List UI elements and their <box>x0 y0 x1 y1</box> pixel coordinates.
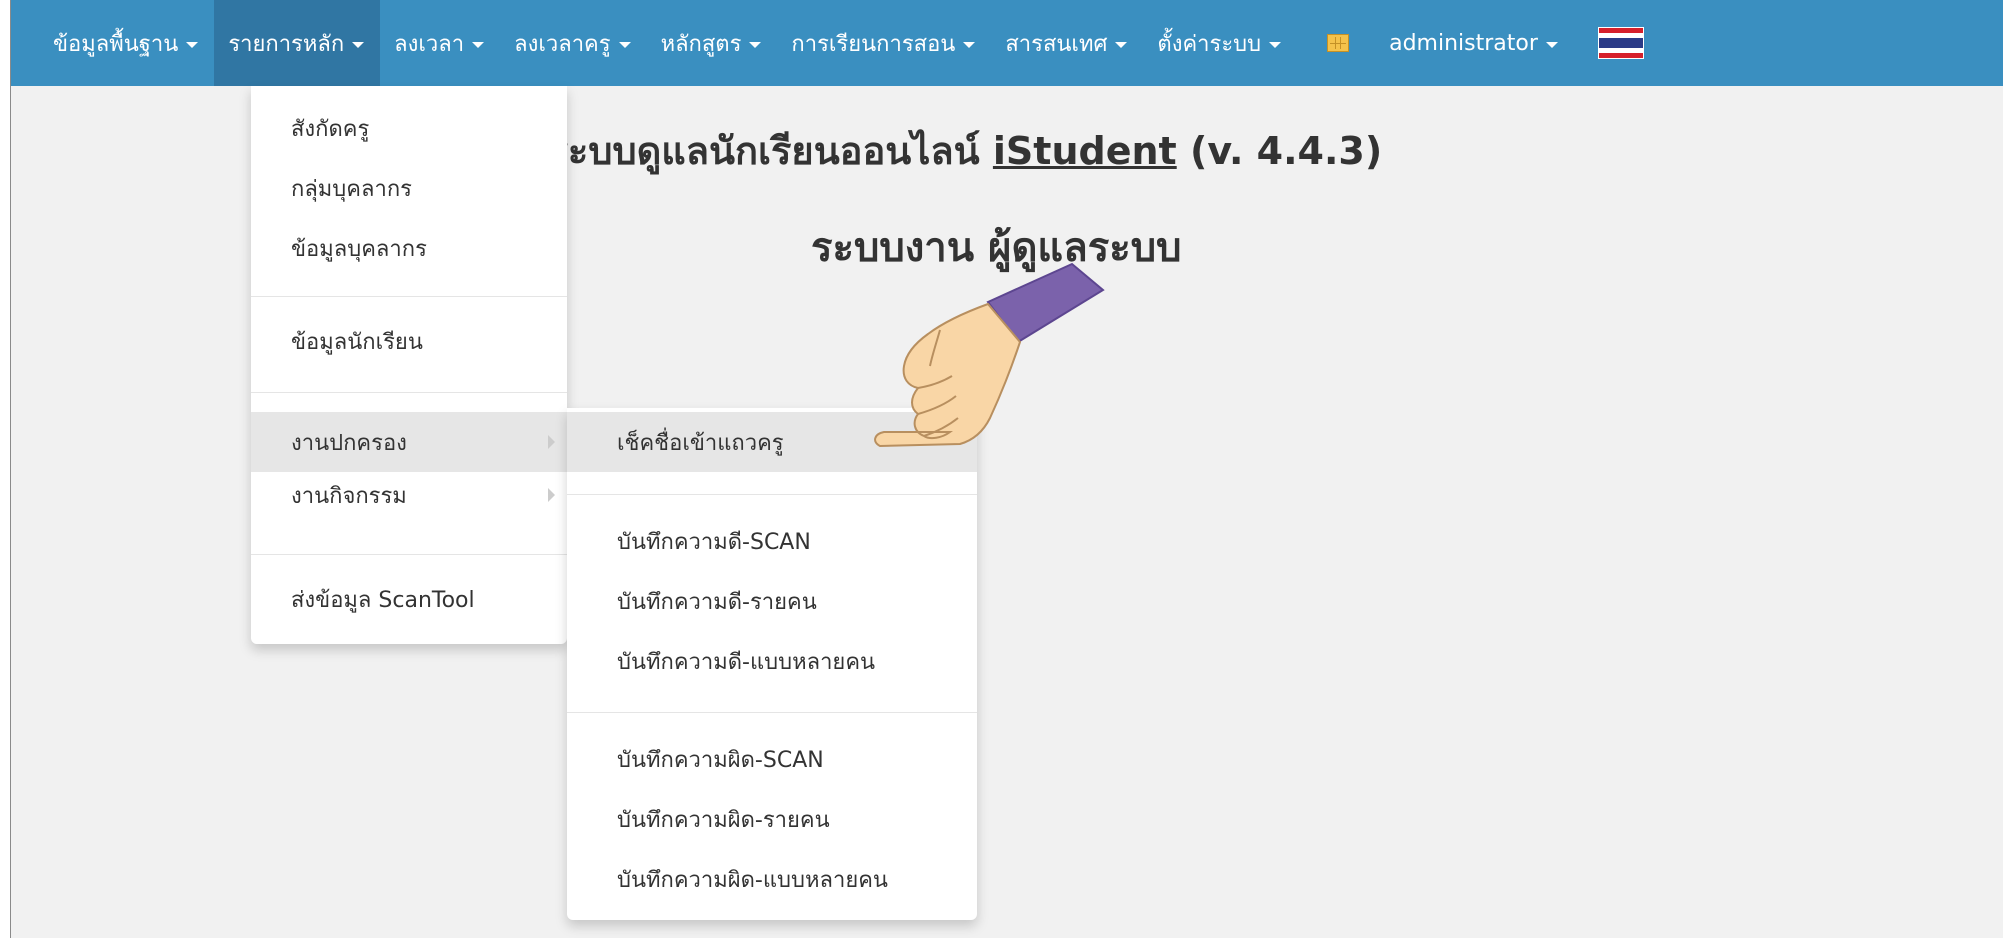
menu-item-label: ข้อมูลบุคลากร <box>291 236 427 262</box>
nav-settings-label: ตั้งค่าระบบ <box>1157 31 1262 57</box>
menu-item-label: ส่งข้อมูล ScanTool <box>291 587 475 613</box>
submenu-divider <box>567 494 977 495</box>
submenu-item-bad-individual[interactable]: บันทึกความผิด-รายคน <box>567 796 977 842</box>
main-list-dropdown: สังกัดครู กลุ่มบุคลากร ข้อมูลบุคลากร ข้อ… <box>251 86 567 644</box>
nav-teacher-time[interactable]: ลงเวลาครู <box>500 0 646 86</box>
caret-down-icon <box>618 42 631 48</box>
nav-information-label: สารสนเทศ <box>1005 31 1108 57</box>
caret-down-icon <box>1115 42 1128 48</box>
nav-time-record-label: ลงเวลา <box>394 31 465 57</box>
menu-item-personnel-data[interactable]: ข้อมูลบุคลากร <box>251 228 567 268</box>
menu-item-label: กลุ่มบุคลากร <box>291 176 412 202</box>
submenu-item-good-individual[interactable]: บันทึกความดี-รายคน <box>567 578 977 624</box>
menu-item-personnel-group[interactable]: กลุ่มบุคลากร <box>251 168 567 208</box>
language-button[interactable] <box>1574 0 1644 86</box>
menu-item-activities[interactable]: งานกิจกรรม <box>251 472 567 518</box>
nav-curriculum-label: หลักสูตร <box>660 31 742 57</box>
submenu-divider <box>567 712 977 713</box>
menu-item-label: งานกิจกรรม <box>291 483 407 509</box>
menu-divider <box>251 554 567 555</box>
submenu-item-good-multiple[interactable]: บันทึกความดี-แบบหลายคน <box>567 638 977 684</box>
brand-link[interactable]: iStudent <box>993 129 1177 173</box>
caret-down-icon <box>963 42 976 48</box>
grid-icon <box>1327 34 1350 52</box>
menu-divider <box>251 296 567 297</box>
menu-item-discipline[interactable]: งานปกครอง <box>251 412 567 472</box>
submenu-item-label: บันทึกความผิด-แบบหลายคน <box>617 867 888 893</box>
submenu-item-label: บันทึกความผิด-SCAN <box>617 747 824 773</box>
submenu-item-good-scan[interactable]: บันทึกความดี-SCAN <box>567 518 977 564</box>
nav-teacher-time-label: ลงเวลาครู <box>514 31 611 57</box>
nav-settings[interactable]: ตั้งค่าระบบ <box>1143 0 1297 86</box>
submenu-item-label: บันทึกความดี-รายคน <box>617 589 817 615</box>
menu-item-student-data[interactable]: ข้อมูลนักเรียน <box>251 318 567 364</box>
top-navbar: ข้อมูลพื้นฐาน รายการหลัก ลงเวลา ลงเวลาคร… <box>11 0 2003 86</box>
apps-button[interactable] <box>1297 0 1375 86</box>
nav-teaching-label: การเรียนการสอน <box>791 31 956 57</box>
nav-teaching[interactable]: การเรียนการสอน <box>777 0 991 86</box>
submenu-item-label: บันทึกความผิด-รายคน <box>617 807 830 833</box>
submenu-item-label: เช็คชื่อเข้าแถวครู <box>617 430 784 456</box>
nav-curriculum[interactable]: หลักสูตร <box>647 0 778 86</box>
menu-item-teacher-affiliation[interactable]: สังกัดครู <box>251 108 567 148</box>
caret-down-icon <box>352 42 365 48</box>
nav-information[interactable]: สารสนเทศ <box>991 0 1143 86</box>
thai-flag-icon <box>1597 27 1644 59</box>
menu-item-label: งานปกครอง <box>291 430 407 456</box>
welcome-version: (v. 4.4.3) <box>1189 129 1383 173</box>
caret-down-icon <box>1545 42 1558 48</box>
menu-item-send-scantool[interactable]: ส่งข้อมูล ScanTool <box>251 576 567 622</box>
nav-main-list[interactable]: รายการหลัก <box>214 0 381 86</box>
menu-item-label: ข้อมูลนักเรียน <box>291 329 423 355</box>
user-name: administrator <box>1389 30 1538 56</box>
chevron-right-icon <box>548 488 555 502</box>
welcome-heading: อนรับสู่ระบบดูแลนักเรียนออนไลน์ iStudent… <box>431 120 1382 181</box>
app-window: ข้อมูลพื้นฐาน รายการหลัก ลงเวลา ลงเวลาคร… <box>10 0 2003 938</box>
nav-time-record[interactable]: ลงเวลา <box>380 0 500 86</box>
user-menu[interactable]: administrator <box>1375 0 1574 86</box>
role-title: ระบบงาน ผู้ดูแลระบบ <box>811 225 1182 271</box>
caret-down-icon <box>472 42 485 48</box>
caret-down-icon <box>186 42 199 48</box>
nav-basic-data-label: ข้อมูลพื้นฐาน <box>53 31 179 57</box>
caret-down-icon <box>749 42 762 48</box>
menu-item-label: สังกัดครู <box>291 116 370 142</box>
discipline-submenu: เช็คชื่อเข้าแถวครู บันทึกความดี-SCAN บัน… <box>567 408 977 920</box>
submenu-item-label: บันทึกความดี-SCAN <box>617 529 811 555</box>
submenu-item-bad-scan[interactable]: บันทึกความผิด-SCAN <box>567 736 977 782</box>
submenu-item-bad-multiple[interactable]: บันทึกความผิด-แบบหลายคน <box>567 856 977 902</box>
submenu-item-teacher-assembly-check[interactable]: เช็คชื่อเข้าแถวครู <box>567 412 977 472</box>
nav-basic-data[interactable]: ข้อมูลพื้นฐาน <box>39 0 214 86</box>
chevron-right-icon <box>548 435 555 449</box>
submenu-item-label: บันทึกความดี-แบบหลายคน <box>617 649 876 675</box>
caret-down-icon <box>1269 42 1282 48</box>
nav-main-list-label: รายการหลัก <box>228 31 345 57</box>
menu-divider <box>251 392 567 393</box>
